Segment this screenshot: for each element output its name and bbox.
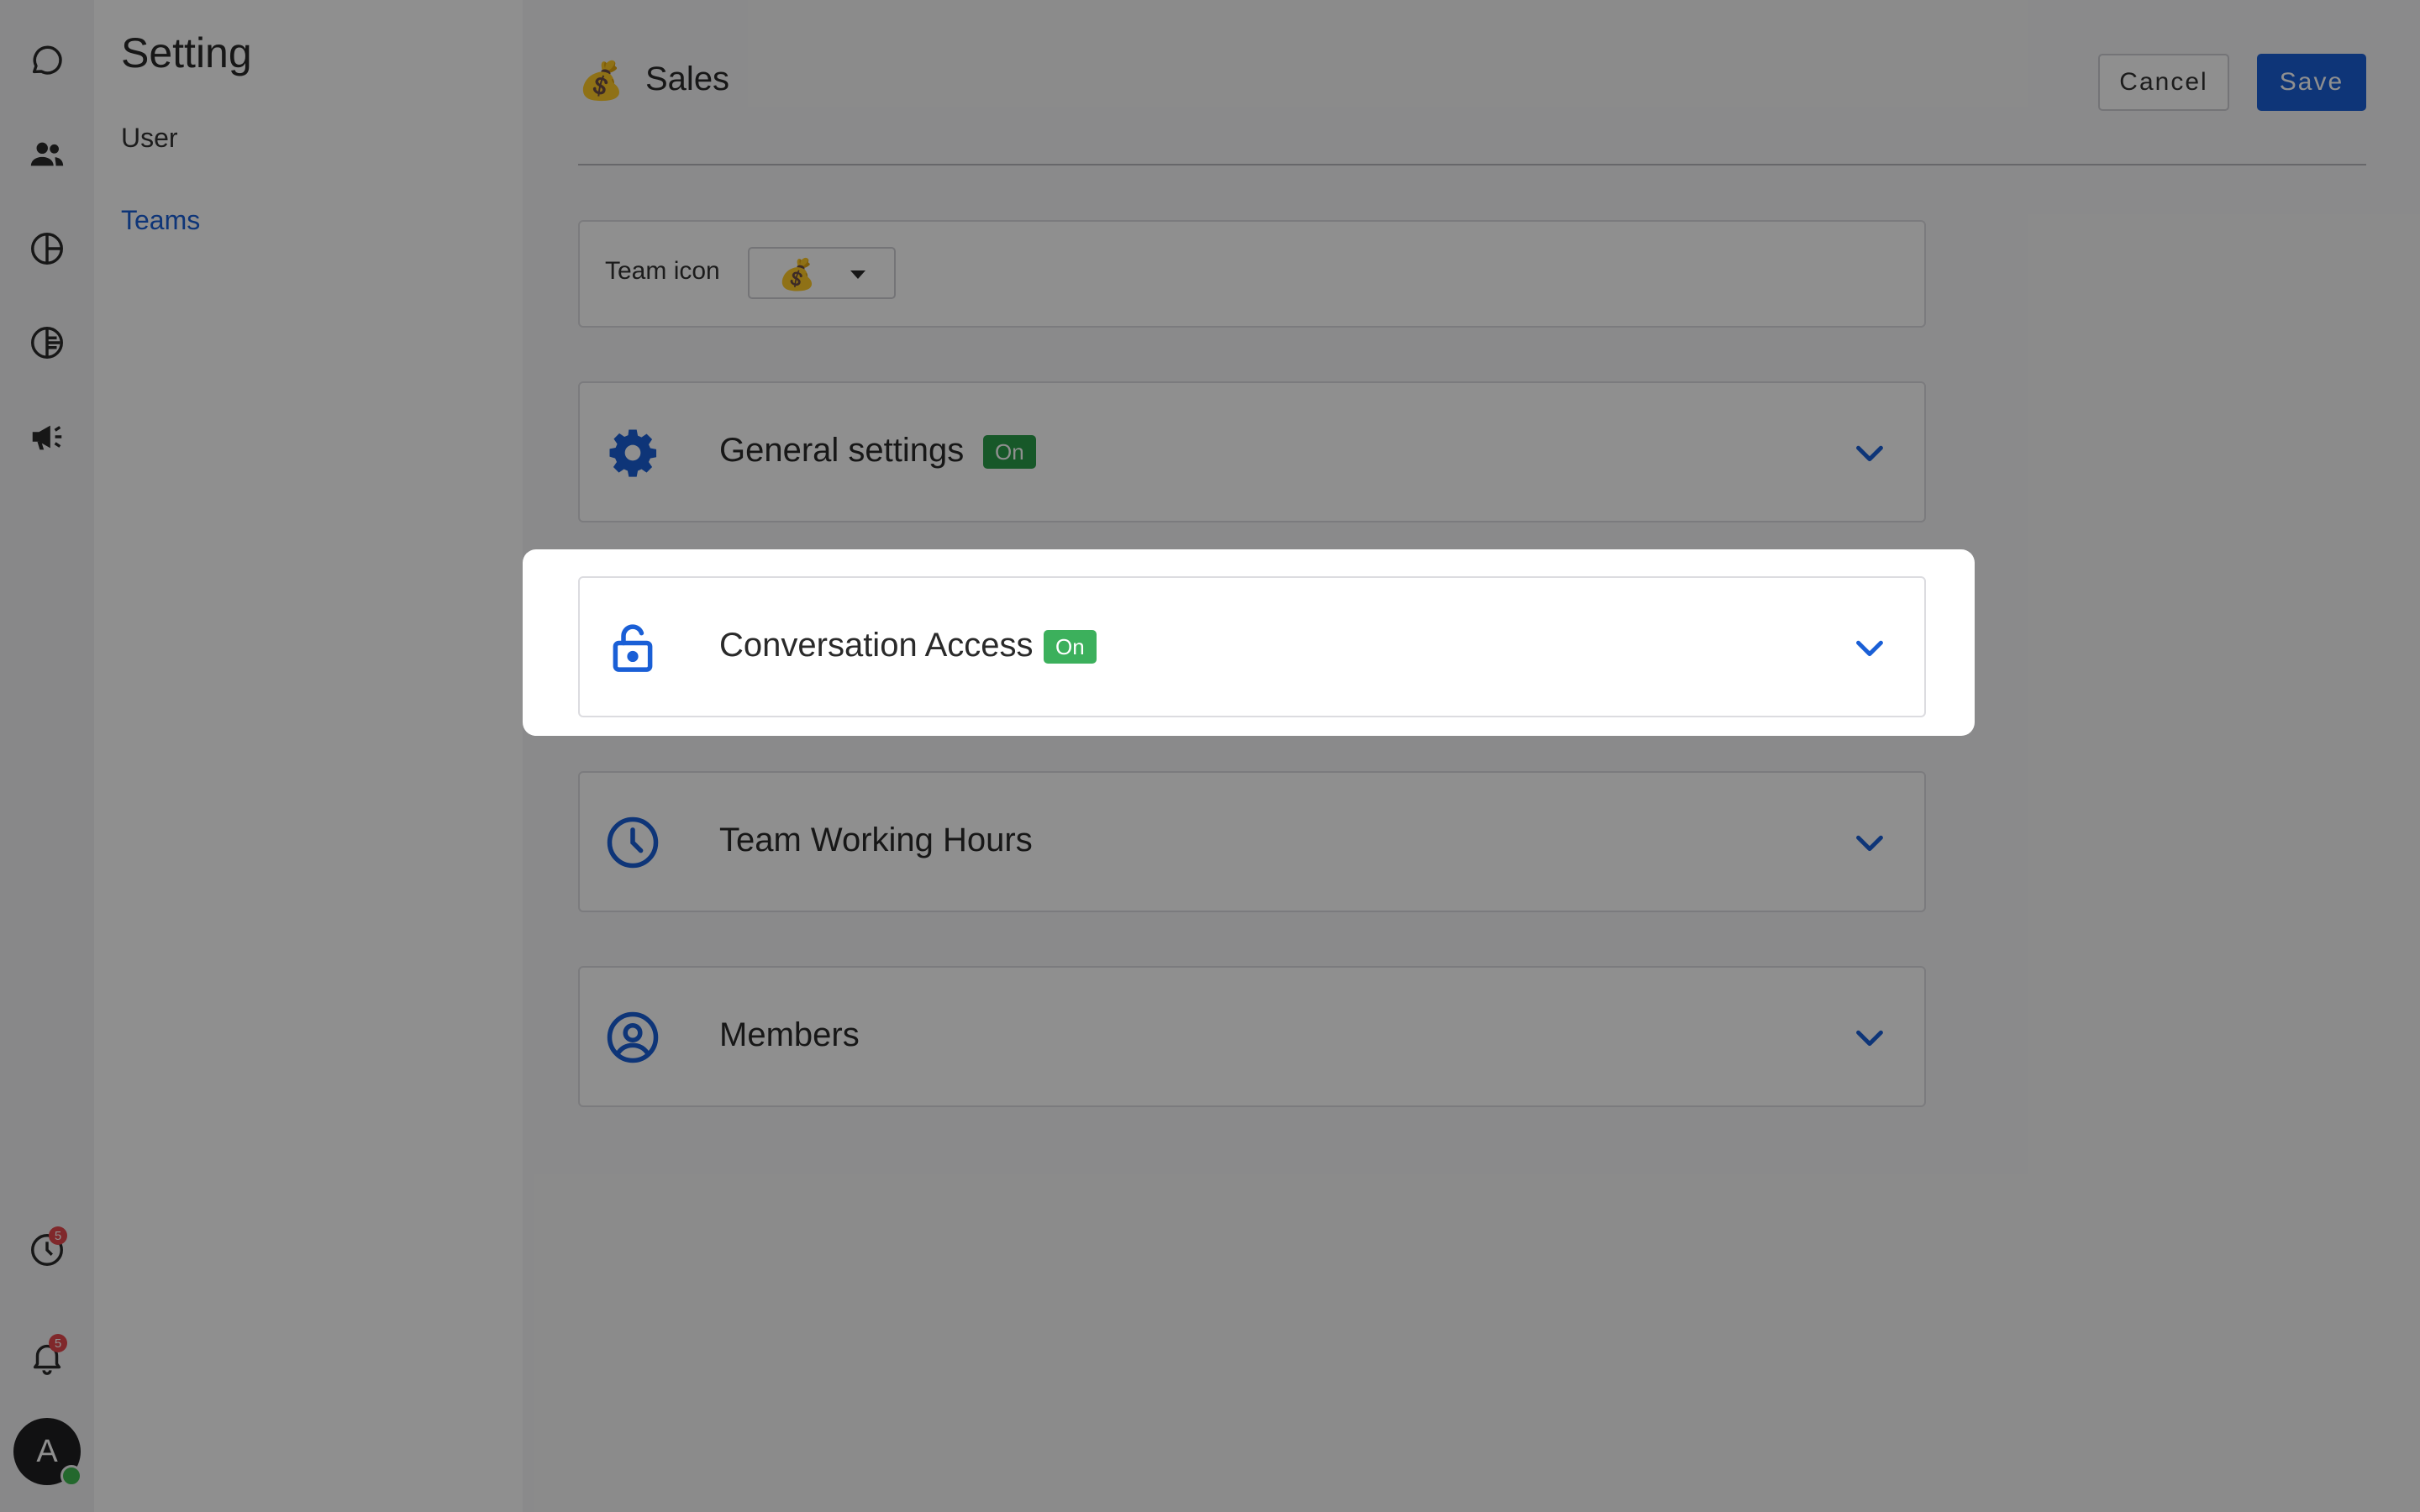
- section-members[interactable]: Members: [578, 966, 1926, 1107]
- chevron-down-icon: [1856, 640, 1883, 657]
- save-button[interactable]: Save: [2257, 54, 2366, 111]
- sidebar-item-user[interactable]: User: [121, 123, 178, 154]
- section-title: Team Working Hours: [719, 822, 1033, 858]
- notifications-badge: 5: [49, 1334, 67, 1352]
- sidebar-item-teams[interactable]: Teams: [121, 205, 200, 236]
- avatar[interactable]: A: [13, 1418, 82, 1487]
- history-badge: 5: [49, 1226, 67, 1245]
- clock-icon: [605, 815, 660, 870]
- gear-icon: [605, 425, 660, 480]
- section-general-settings[interactable]: General settings On: [578, 381, 1926, 522]
- broadcast-icon: [32, 425, 62, 450]
- team-icon-label: Team icon: [605, 257, 720, 285]
- caret-down-icon: [850, 270, 865, 279]
- team-emoji: 💰: [578, 60, 624, 102]
- online-status-dot: [60, 1465, 82, 1487]
- selected-team-emoji: 💰: [778, 257, 816, 291]
- chevron-down-icon: [1856, 1030, 1883, 1047]
- header-divider: [578, 164, 2366, 165]
- settings-sidebar: Setting User Teams: [94, 0, 523, 1512]
- user-circle-icon: [605, 1010, 660, 1065]
- section-title: Conversation Access: [719, 627, 1034, 664]
- history-nav-button[interactable]: 5: [22, 1225, 72, 1275]
- icon-rail: 5 5 A: [0, 0, 95, 1512]
- analytics-nav-button[interactable]: [22, 318, 72, 368]
- chevron-down-icon: [1856, 445, 1883, 462]
- section-title: Members: [719, 1016, 860, 1053]
- team-icon-select[interactable]: 💰: [748, 247, 896, 299]
- chat-icon: [32, 45, 62, 75]
- contacts-nav-button[interactable]: [22, 129, 72, 180]
- section-conversation-access[interactable]: Conversation Access On: [578, 576, 1926, 717]
- notifications-nav-button[interactable]: 5: [22, 1332, 72, 1383]
- lock-icon: [605, 620, 660, 675]
- cancel-button[interactable]: Cancel: [2098, 54, 2229, 111]
- contacts-icon: [30, 142, 64, 166]
- sidebar-title: Setting: [121, 29, 252, 76]
- reports-icon: [31, 233, 63, 265]
- broadcast-nav-button[interactable]: [22, 412, 72, 462]
- analytics-icon: [31, 327, 63, 359]
- section-team-working-hours[interactable]: Team Working Hours: [578, 771, 1926, 912]
- status-badge: On: [983, 435, 1036, 469]
- reports-nav-button[interactable]: [22, 223, 72, 274]
- page-title: Sales: [645, 60, 730, 97]
- section-title: General settings: [719, 432, 965, 469]
- avatar-initial: A: [36, 1433, 58, 1469]
- team-icon-card: Team icon 💰: [578, 220, 1926, 328]
- chat-nav-button[interactable]: [22, 35, 72, 86]
- status-badge: On: [1044, 630, 1097, 664]
- chevron-down-icon: [1856, 835, 1883, 852]
